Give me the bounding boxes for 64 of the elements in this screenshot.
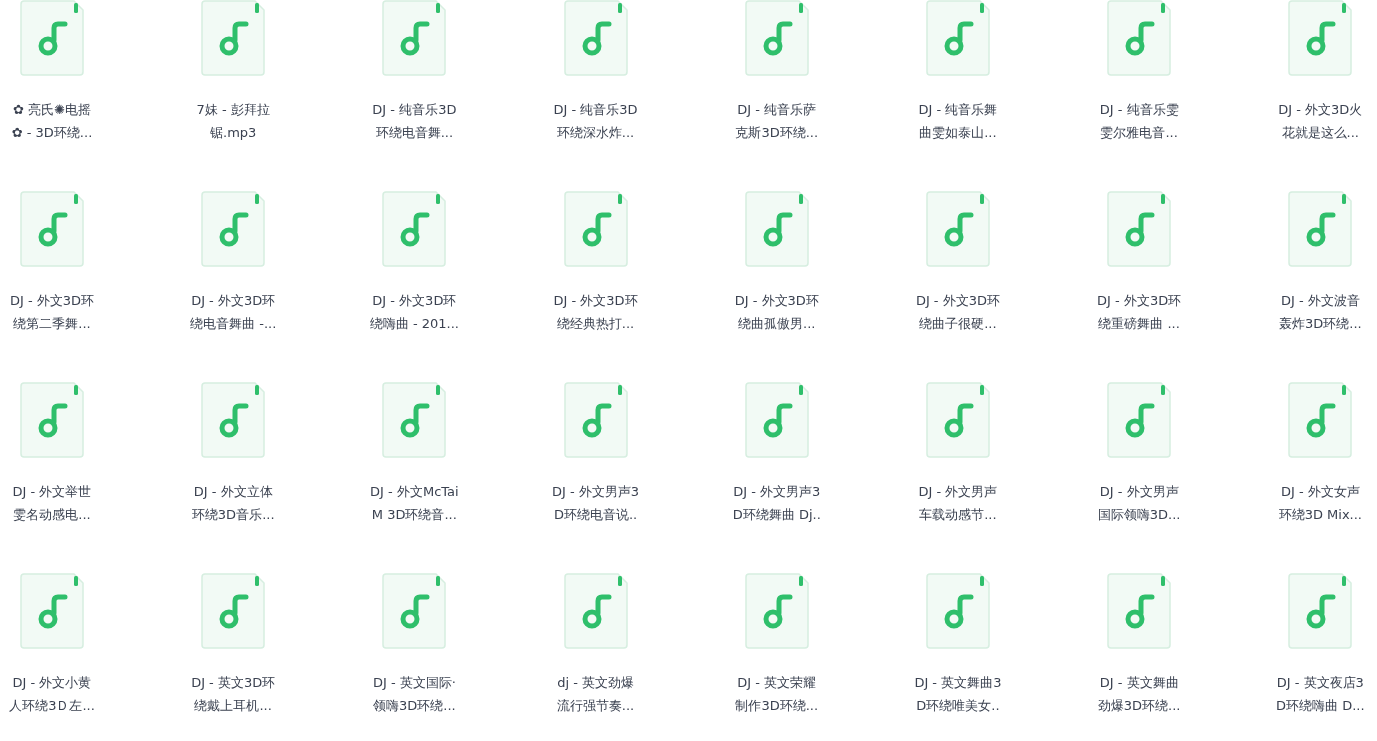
music-file-icon[interactable] [382, 0, 447, 76]
music-file-icon[interactable] [201, 191, 266, 267]
music-file-icon[interactable] [563, 573, 628, 649]
file-name: DJ - 纯音乐雯 雯尔雅电音... [1099, 101, 1179, 142]
file-name: DJ - 外文3D环 绕重磅舞曲 ... [1097, 292, 1182, 333]
file-name: DJ - 外文男声 车载动感节... [918, 483, 998, 524]
file-name: 7妹 - 彭拜拉 锯.mp3 [196, 101, 270, 142]
file-name: DJ - 外文举世 雯名动感电... [12, 483, 92, 524]
music-file-icon[interactable] [925, 0, 990, 76]
file-name: DJ - 外文男声3 D环绕电音说.. [552, 483, 640, 524]
music-file-icon[interactable] [744, 382, 809, 458]
music-file-icon[interactable] [1107, 0, 1172, 76]
music-file-icon[interactable] [1107, 573, 1172, 649]
music-file-icon[interactable] [20, 0, 84, 76]
music-file-icon[interactable] [1288, 382, 1353, 458]
file-name: DJ - 纯音乐舞 曲雯如泰山... [918, 101, 998, 142]
file-name: DJ - 纯音乐3D 环绕深水炸... [553, 101, 638, 142]
file-name: DJ - 外文男声 国际领嗨3D... [1097, 483, 1181, 524]
music-file-icon[interactable] [201, 0, 266, 76]
music-file-icon[interactable] [382, 573, 447, 649]
music-file-icon[interactable] [563, 0, 628, 76]
music-file-icon[interactable] [1107, 382, 1172, 458]
file-name: DJ - 纯音乐萨 克斯3D环绕... [735, 101, 819, 142]
music-file-icon[interactable] [382, 191, 447, 267]
music-file-icon[interactable] [20, 191, 84, 267]
file-name: DJ - 外文3D环 绕嗨曲 - 201... [369, 292, 459, 333]
file-name: DJ - 外文McTai M 3D环绕音... [370, 483, 459, 524]
music-file-icon[interactable] [201, 382, 266, 458]
file-name: DJ - 外文3D环 绕经典热打... [553, 292, 638, 333]
music-file-icon[interactable] [563, 382, 628, 458]
file-name: DJ - 外文3D环 绕曲子很硬... [915, 292, 1000, 333]
music-file-icon[interactable] [20, 382, 84, 458]
file-name: DJ - 英文3D环 绕戴上耳机... [191, 674, 276, 715]
file-name: ✿ 亮氏✺电摇 ✿ - 3D环绕... [11, 101, 93, 142]
file-name: DJ - 英文夜店3 D环绕嗨曲 D... [1276, 674, 1365, 715]
music-file-icon[interactable] [744, 573, 809, 649]
file-name: DJ - 英文舞曲 劲爆3D环绕... [1097, 674, 1181, 715]
file-name: DJ - 纯音乐3D 环绕电音舞... [372, 101, 457, 142]
file-name: DJ - 外文3D火 花就是这么... [1278, 101, 1363, 142]
music-file-icon[interactable] [744, 191, 809, 267]
file-name: DJ - 外文立体 环绕3D音乐... [191, 483, 275, 524]
music-file-icon[interactable] [925, 573, 990, 649]
music-file-icon[interactable] [382, 382, 447, 458]
music-file-icon[interactable] [1288, 191, 1353, 267]
file-name: DJ - 外文3D环 绕电音舞曲 -... [190, 292, 277, 333]
file-name: dj - 英文劲爆 流行强节奏... [556, 674, 635, 715]
music-file-icon[interactable] [20, 573, 84, 649]
file-name: DJ - 外文3D环 绕曲孤傲男... [734, 292, 819, 333]
file-name: DJ - 外文男声3 D环绕舞曲 Dj.. [732, 483, 821, 524]
file-name: DJ - 外文3D环 绕第二季舞... [9, 292, 95, 333]
music-file-icon[interactable] [1288, 0, 1353, 76]
file-name: DJ - 外文女声 环绕3D Mix... [1278, 483, 1362, 524]
music-file-icon[interactable] [1107, 191, 1172, 267]
music-file-icon[interactable] [563, 191, 628, 267]
music-file-icon[interactable] [925, 191, 990, 267]
music-file-icon[interactable] [201, 573, 266, 649]
file-name: DJ - 英文国际· 领嗨3D环绕... [372, 674, 456, 715]
file-name: DJ - 外文小黄 人环绕3Ｄ左... [9, 674, 95, 715]
file-name: DJ - 英文荣耀 制作3D环绕... [735, 674, 819, 715]
file-name: DJ - 外文波音 轰炸3D环绕... [1278, 292, 1362, 333]
music-file-icon[interactable] [744, 0, 809, 76]
file-name: DJ - 英文舞曲3 D环绕唯美女.. [914, 674, 1002, 715]
music-file-icon[interactable] [925, 382, 990, 458]
music-file-icon[interactable] [1288, 573, 1353, 649]
